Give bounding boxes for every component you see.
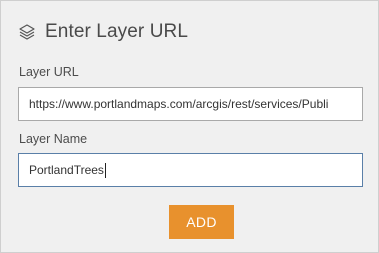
layer-name-input[interactable]: PortlandTrees xyxy=(18,153,363,187)
layer-url-value: https://www.portlandmaps.com/arcgis/rest… xyxy=(29,97,329,111)
add-button[interactable]: ADD xyxy=(169,205,234,239)
layers-icon xyxy=(18,23,36,41)
panel-header: Enter Layer URL xyxy=(18,19,188,45)
layer-name-value: PortlandTrees xyxy=(29,163,104,177)
add-layer-panel: Enter Layer URL Layer URL https://www.po… xyxy=(0,0,379,253)
layer-url-input[interactable]: https://www.portlandmaps.com/arcgis/rest… xyxy=(18,87,363,121)
text-cursor xyxy=(104,162,106,178)
layer-name-label: Layer Name xyxy=(19,132,88,146)
layer-url-label: Layer URL xyxy=(19,65,79,79)
panel-title: Enter Layer URL xyxy=(45,21,189,42)
